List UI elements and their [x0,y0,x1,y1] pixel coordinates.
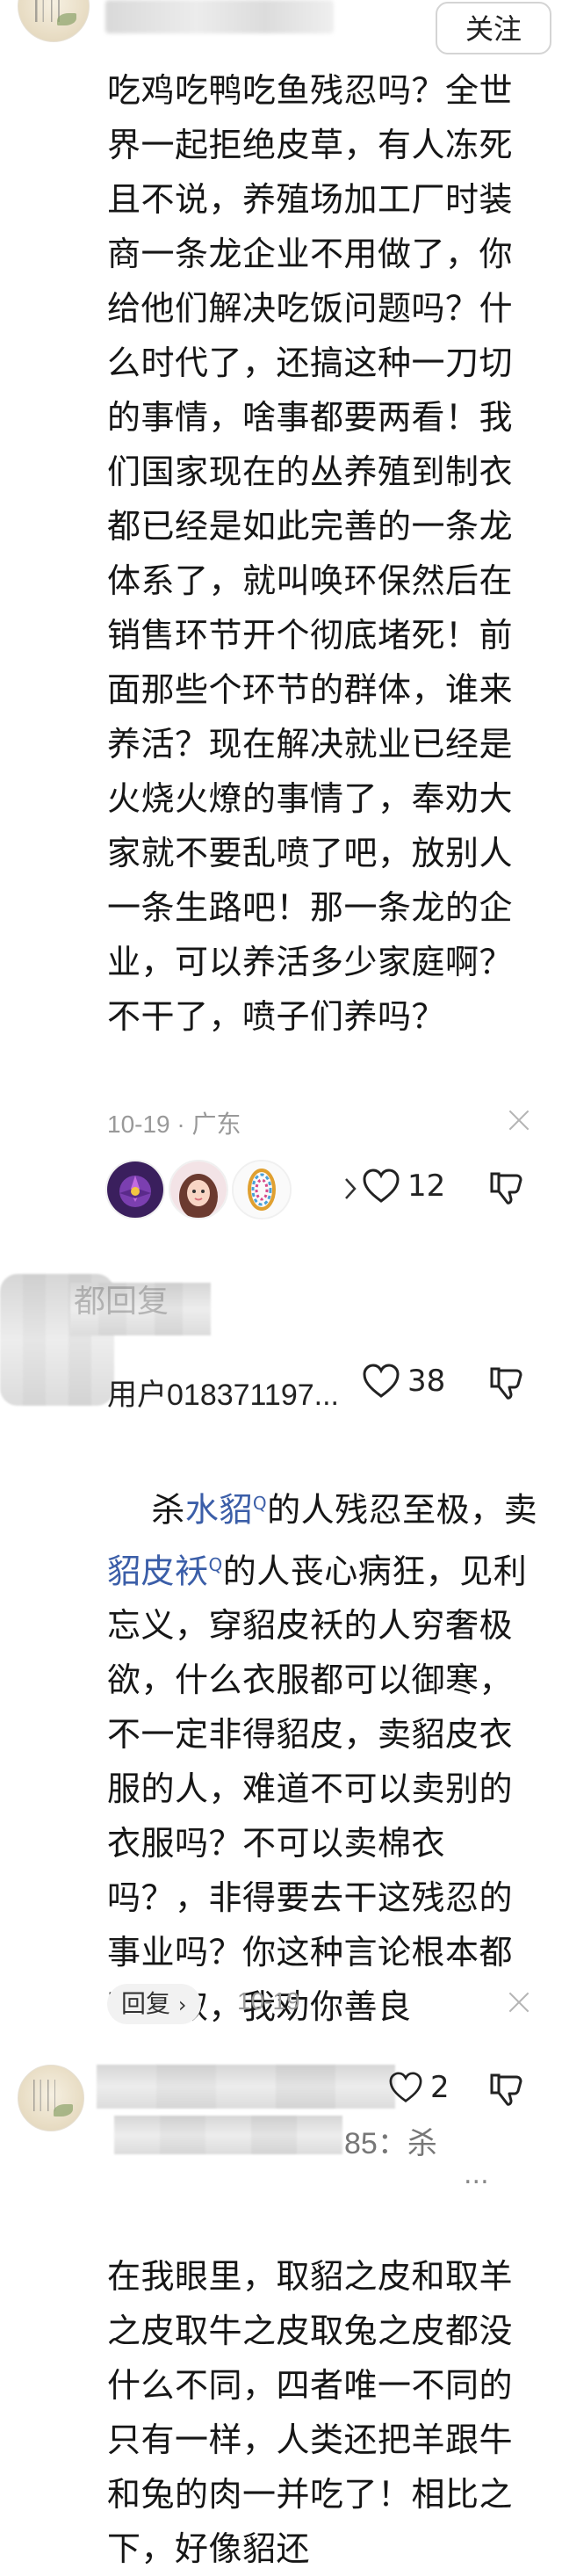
like-button[interactable]: 38 [362,1364,445,1399]
close-icon[interactable] [508,1109,530,1132]
quoted-username[interactable]: 用户018371197... [107,1371,339,1414]
comment-text: 在我眼里，取貂之皮和取羊之皮取牛之皮取兔之皮都没什么不同，四者唯一不同的只有一样… [107,2257,514,2568]
reactor-avatar-3[interactable] [232,1160,292,1219]
reply-button[interactable]: 回复 › [107,1984,201,2024]
avatar-leaf [54,2104,73,2117]
dislike-icon[interactable] [488,2072,525,2107]
quote-more: ... [464,2160,489,2190]
comment-3: 2 85：杀 ... 在我眼里，取貂之皮和取羊之皮取牛之皮取兔之皮都没什么不同，… [0,2047,562,2568]
comment-text: 吃鸡吃鸭吃鱼残忍吗？全世界一起拒绝皮草，有人冻死且不说，养殖场加工厂时装商一条龙… [107,71,514,1036]
username-blurred[interactable] [97,2065,395,2109]
heart-icon [363,1169,400,1203]
comment-date: 10-19 [237,1987,300,2015]
search-icon[interactable]: Q [209,1554,223,1575]
keyword-link-mink[interactable]: 水貂 [185,1491,253,1530]
dislike-icon[interactable] [488,1170,525,1205]
comment-1: 关注 吃鸡吃鸭吃鱼残忍吗？全世界一起拒绝皮草，有人冻死且不说，养殖场加工厂时装商… [0,0,562,1300]
quote-blurred [114,2116,342,2154]
user-avatar[interactable] [18,2065,84,2131]
reactor-avatar-1[interactable] [105,1160,165,1219]
username-blurred[interactable] [105,0,334,33]
like-button[interactable]: 12 [362,1169,445,1204]
like-count: 38 [407,1364,446,1399]
heart-icon [389,2072,422,2102]
dislike-icon[interactable] [488,1365,525,1400]
username-fragment: 都回复 [74,1284,169,1320]
avatar-leaf [57,13,76,25]
like-count: 2 [430,2070,450,2105]
heart-icon [363,1364,400,1398]
chevron-right-icon: › [177,1993,187,2017]
keyword-link-mink-coat[interactable]: 貂皮袄 [107,1552,209,1590]
reactor-avatar-2[interactable] [169,1160,228,1219]
quoted-reply-tail[interactable]: 85：杀 [344,2119,437,2162]
follow-button[interactable]: 关注 [436,2,551,54]
comment-meta: 10-19 · 广东 [107,1111,241,1138]
comment-2: 都回复 用户018371197... 38 杀水貂Q的人残忍至极，卖貂皮袄Q的人… [0,1265,562,2056]
chevron-right-icon[interactable] [344,1177,357,1200]
like-count: 12 [407,1169,446,1204]
close-icon[interactable] [508,1991,530,2014]
user-avatar[interactable] [18,0,90,42]
like-button[interactable]: 2 [388,2070,450,2105]
search-icon[interactable]: Q [253,1493,267,1514]
